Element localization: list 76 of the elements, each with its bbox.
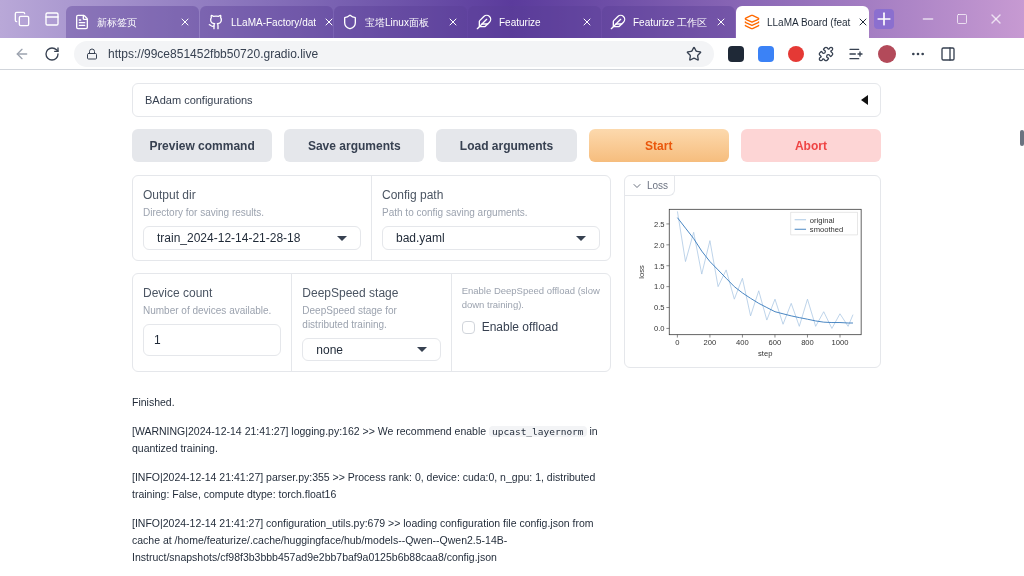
y-tick: 1.5	[653, 261, 670, 271]
chart-legend	[790, 211, 858, 236]
field-info: Enable DeepSpeed offload (slow down training).	[461, 284, 600, 312]
field-info: DeepSpeed stage for distributed training.	[302, 304, 398, 332]
x-tick: 200	[703, 334, 717, 348]
log-paragraph: [INFO|2024-12-14 21:41:27] configuration_utils.py:679 >> loading configuration file config.json from cache at /home/featurize/.cache/huggingface/hub/models--Qwen--Qwen2.5-14B-Instruct/snapshots/cf98f3b3bbb457ad9e2bb7baf9a0125b6b88caa8/config.json	[132, 516, 595, 565]
x-tick: 600	[768, 334, 782, 348]
action-button[interactable]: Save arguments	[284, 129, 425, 162]
dropdown[interactable]: train_2024-12-14-21-28-18	[143, 226, 361, 250]
y-tick: 0.5	[653, 303, 670, 313]
field-info: Directory for saving results.	[143, 206, 266, 220]
extensions-icon[interactable]	[818, 45, 834, 62]
url-field[interactable]: https://99ce851452fbb50720.gradio.live	[74, 40, 714, 67]
y-tick-label: 1.0	[653, 282, 665, 292]
log-paragraph: [INFO|2024-12-14 21:41:27] parser.py:355 >> Process rank: 0, device: cuda:0, n_gpu: 1, distributed training: False, compute dtype: torch.float16	[132, 470, 597, 502]
browser-tab[interactable]: Featurize	[468, 6, 601, 38]
avatar[interactable]	[878, 44, 896, 63]
x-tick: 400	[736, 334, 749, 348]
github-icon	[208, 14, 224, 30]
y-tick-label: 2.5	[653, 219, 665, 229]
x-tick-label: 200	[703, 338, 717, 348]
browser-tab[interactable]: LLaMA Board (feat	[736, 6, 869, 38]
field-label: Device count	[143, 285, 214, 302]
y-tick: 2.0	[653, 240, 670, 250]
x-tick: 800	[801, 334, 814, 348]
x-tick: 1000	[831, 334, 849, 348]
action-button[interactable]: Preview command	[132, 129, 273, 162]
shield-icon	[342, 14, 358, 30]
feather-icon	[610, 14, 626, 30]
field-info: Path to config saving arguments.	[382, 206, 529, 220]
log-paragraph: Finished.	[132, 395, 176, 410]
feather-icon	[476, 14, 492, 30]
checkbox-label: Enable offload	[481, 319, 559, 336]
close-icon[interactable]	[581, 16, 593, 28]
checkbox[interactable]	[461, 320, 475, 334]
x-tick-label: 400	[736, 338, 749, 348]
sidebar-icon[interactable]	[940, 45, 956, 62]
legend-label: smoothed	[809, 225, 844, 235]
browser-tab[interactable]: 宝塔Linux面板	[334, 6, 467, 38]
lock-icon	[86, 47, 98, 60]
chart-label: Loss	[625, 176, 676, 196]
action-button[interactable]: Load arguments	[436, 129, 577, 162]
browser-tab[interactable]: Featurize 工作区	[602, 6, 735, 38]
x-tick-label: 0	[675, 338, 680, 348]
y-tick: 1.0	[653, 282, 670, 292]
dropdown[interactable]: bad.yaml	[382, 226, 600, 250]
field-label: Config path	[382, 187, 445, 204]
x-tick: 0	[675, 334, 680, 348]
favorite-icon[interactable]	[686, 45, 702, 62]
field-info: Number of devices available.	[143, 304, 273, 318]
y-tick-label: 0.0	[653, 324, 665, 334]
x-tick-label: 600	[768, 338, 782, 348]
y-tick-label: 1.5	[653, 261, 665, 271]
browser-tab[interactable]: 新标签页	[66, 6, 199, 38]
layers-icon	[744, 14, 760, 30]
y-tick: 2.5	[653, 219, 670, 229]
dropdown[interactable]: none	[302, 338, 441, 361]
log-paragraph: [WARNING|2024-12-14 21:41:27] logging.py:162 >> We recommend enable upcast_layernorm in quantized training.	[132, 424, 599, 456]
x-tick-label: 800	[801, 338, 814, 348]
y-tick-label: 0.5	[653, 303, 665, 313]
page-icon	[74, 14, 90, 30]
number-input[interactable]: 1	[143, 324, 282, 356]
field-label: DeepSpeed stage	[302, 285, 400, 302]
x-tick-label: 1000	[831, 338, 849, 348]
y-tick: 0.0	[653, 324, 670, 334]
close-icon[interactable]	[447, 16, 459, 28]
reload-icon[interactable]	[44, 45, 60, 62]
browser-tab[interactable]: LLaMA-Factory/dat	[200, 6, 333, 38]
field-label: Output dir	[143, 187, 197, 204]
legend-label: original	[809, 215, 835, 225]
scrollbar-thumb[interactable]	[1019, 130, 1024, 146]
y-tick-label: 2.0	[653, 240, 665, 250]
x-axis-label: step	[758, 348, 773, 358]
accordion-header[interactable]: BAdam configurations	[132, 83, 881, 117]
extension-icon[interactable]	[728, 45, 744, 62]
y-axis-label: loss	[636, 265, 646, 279]
